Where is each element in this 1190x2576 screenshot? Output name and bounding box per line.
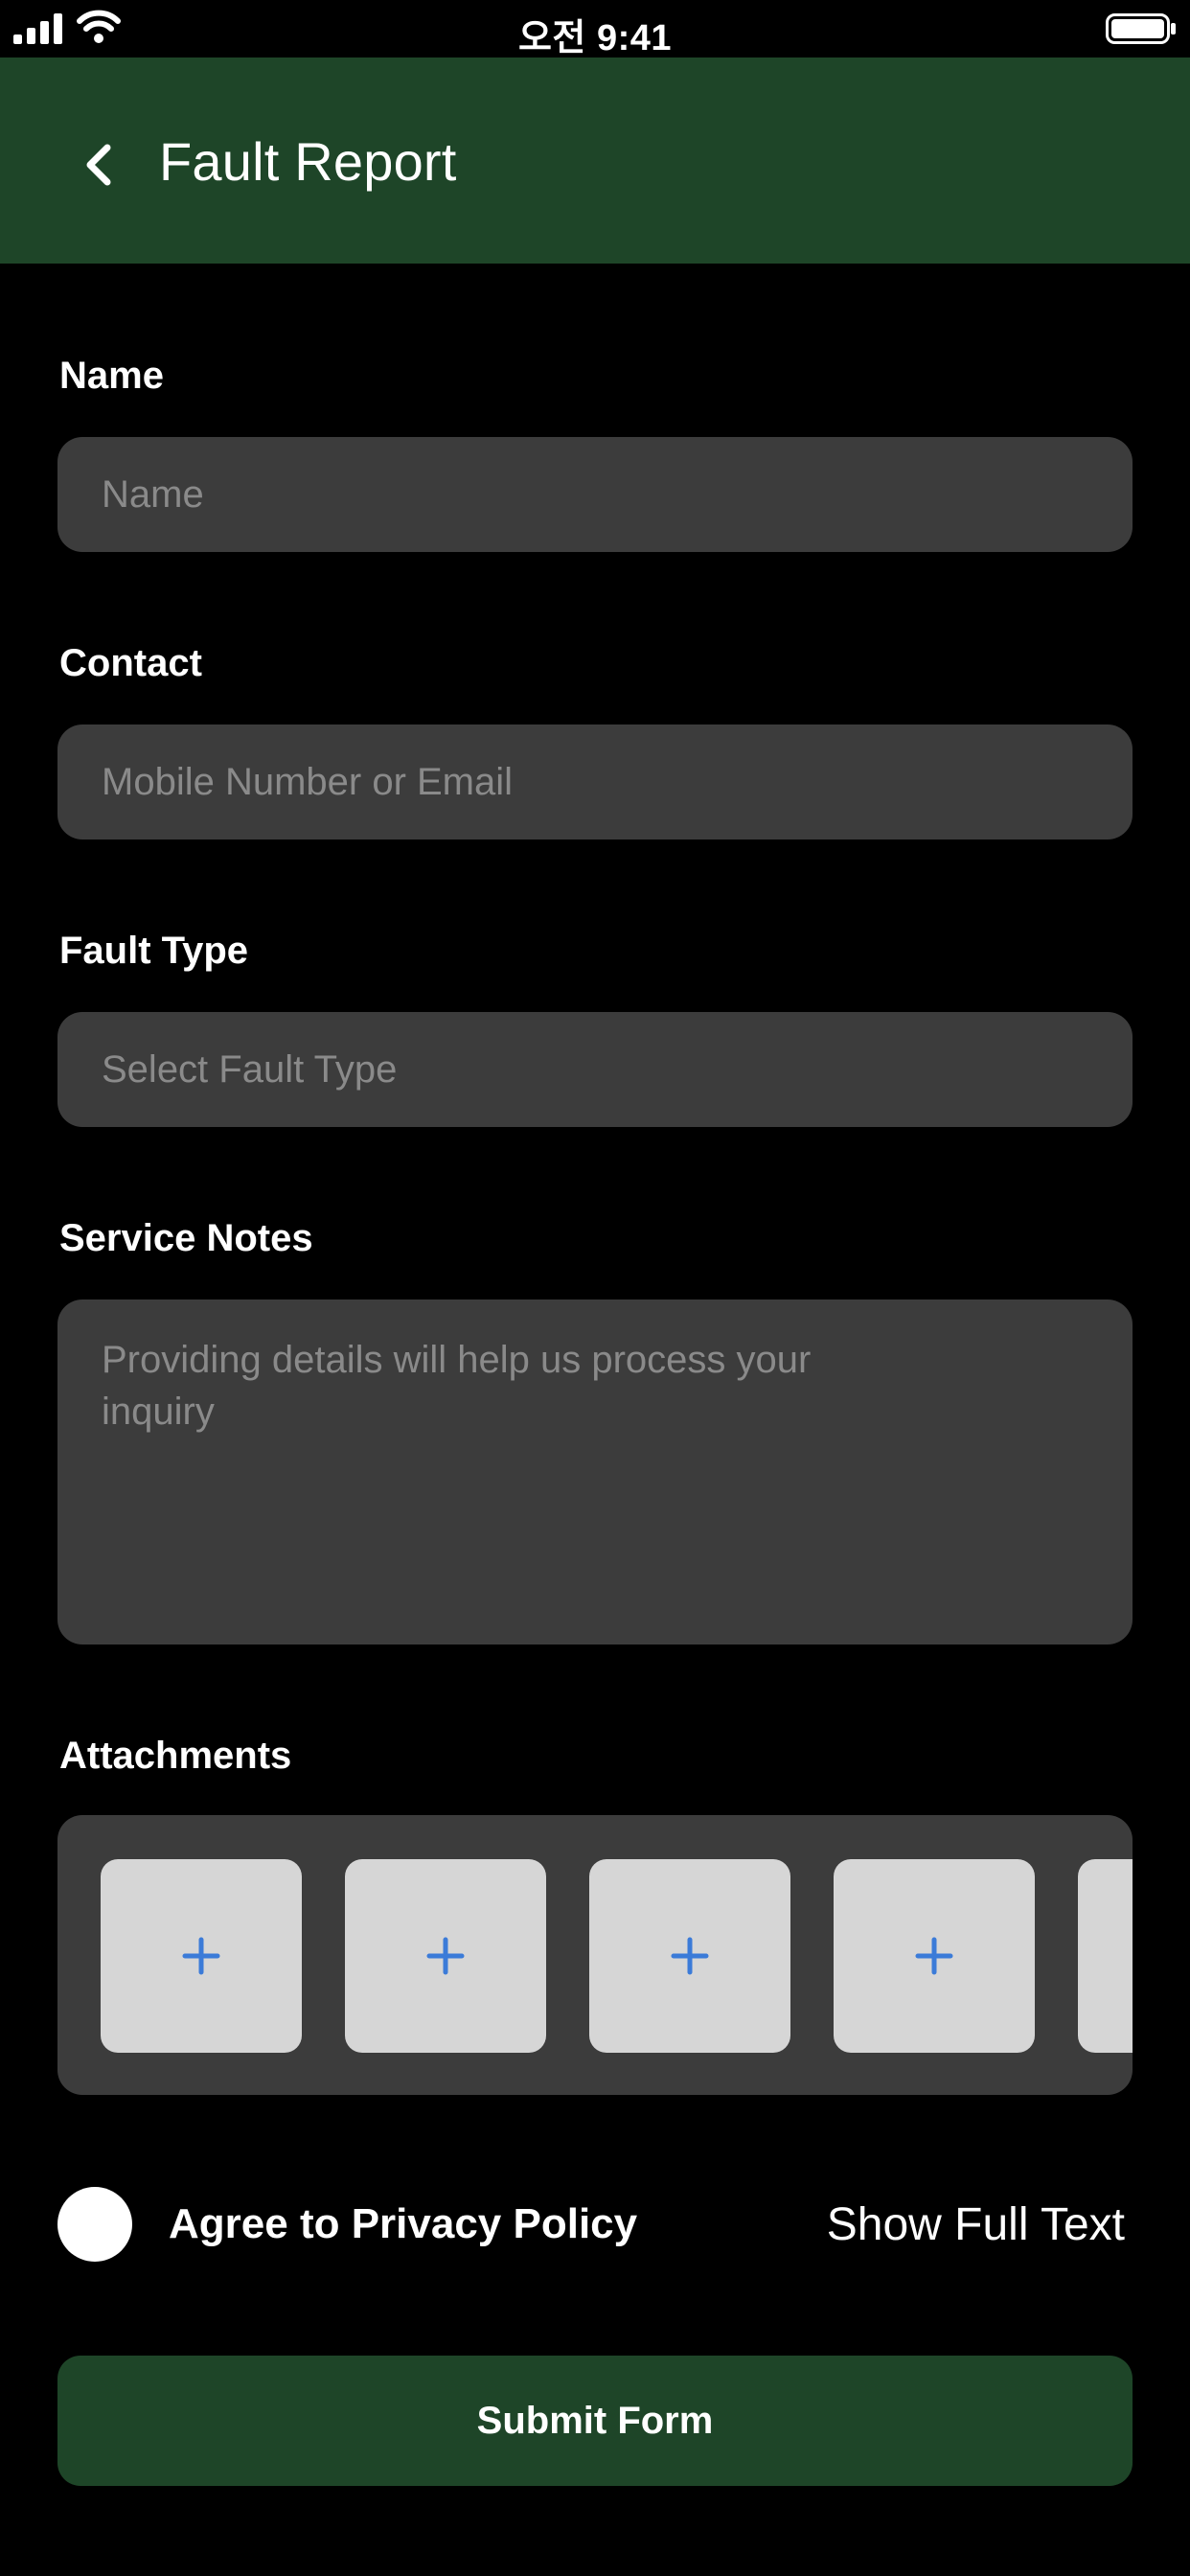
name-placeholder: Name (102, 472, 204, 516)
submit-button[interactable]: Submit Form (57, 2356, 1133, 2486)
show-full-text-link[interactable]: Show Full Text (827, 2198, 1125, 2251)
battery-icon (1106, 13, 1176, 44)
fault-type-select[interactable]: Select Fault Type (57, 1012, 1133, 1127)
privacy-agree-label: Agree to Privacy Policy (169, 2200, 638, 2247)
attachments-panel[interactable] (57, 1815, 1133, 2095)
attachment-slot[interactable] (834, 1859, 1035, 2053)
contact-input[interactable]: Mobile Number or Email (57, 724, 1133, 840)
plus-icon (182, 1937, 220, 1975)
attachment-slot[interactable] (589, 1859, 790, 2053)
attachment-slot[interactable] (101, 1859, 302, 2053)
attachment-slot[interactable] (345, 1859, 546, 2053)
submit-button-label: Submit Form (476, 2399, 714, 2442)
plus-icon (426, 1937, 465, 1975)
nav-bar: Fault Report (0, 58, 1190, 264)
status-time: 오전 9:41 (517, 18, 673, 58)
attachments-label: Attachments (59, 1735, 292, 1777)
plus-icon (671, 1937, 709, 1975)
service-notes-textarea[interactable]: Providing details will help us process y… (57, 1300, 1133, 1644)
name-label: Name (59, 355, 164, 397)
service-notes-placeholder: Providing details will help us process y… (102, 1339, 812, 1433)
name-input[interactable]: Name (57, 437, 1133, 552)
contact-label: Contact (59, 642, 202, 684)
privacy-agree-radio[interactable] (57, 2187, 132, 2262)
service-notes-label: Service Notes (59, 1217, 313, 1259)
fault-type-label: Fault Type (59, 930, 249, 972)
plus-icon (915, 1937, 953, 1975)
contact-placeholder: Mobile Number or Email (102, 760, 514, 803)
page-title: Fault Report (159, 131, 457, 192)
attachment-slot[interactable] (1078, 1859, 1133, 2053)
back-button-chevron-left-icon[interactable] (75, 136, 123, 194)
status-bar: 오전 9:41 (0, 0, 1190, 58)
fault-type-placeholder: Select Fault Type (102, 1047, 398, 1091)
